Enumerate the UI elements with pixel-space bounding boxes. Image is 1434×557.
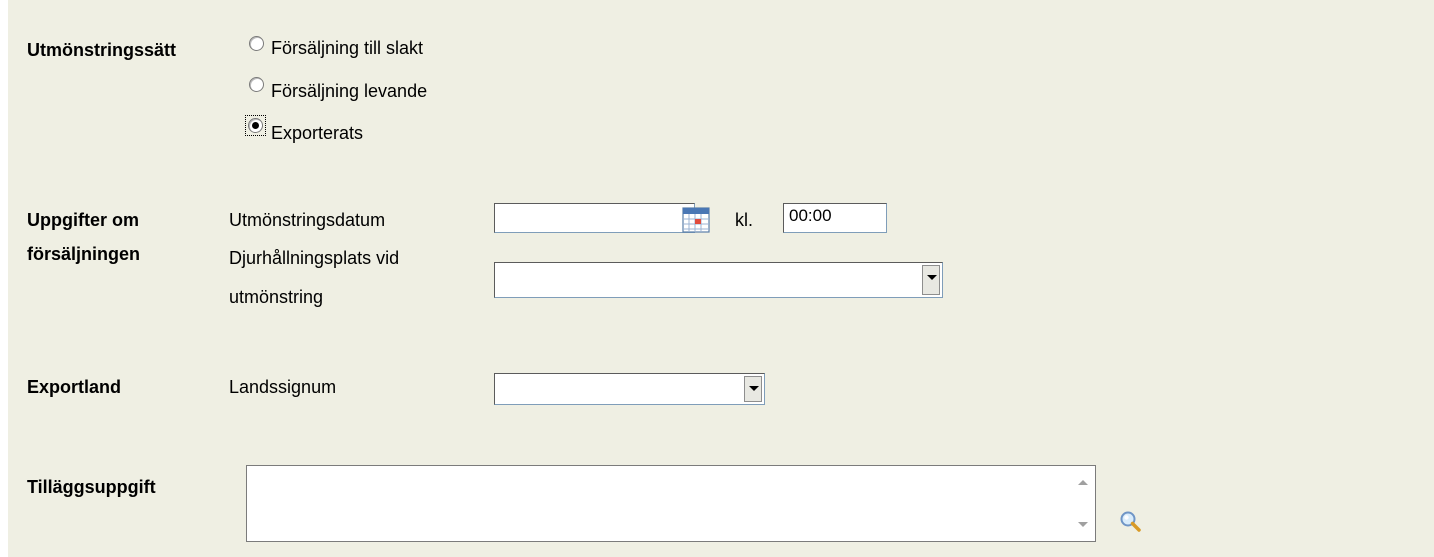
country-label: Landssignum <box>229 377 337 397</box>
radio-live-sale-label[interactable]: Försäljning levande <box>271 77 427 105</box>
calendar-icon[interactable] <box>682 207 710 233</box>
country-select-value <box>495 376 500 395</box>
scroll-up-icon[interactable] <box>1078 480 1088 485</box>
additional-textarea[interactable] <box>246 465 1096 542</box>
time-prefix: kl. <box>735 210 753 230</box>
time-input[interactable]: 00:00 <box>783 203 887 233</box>
radio-slaughter[interactable] <box>249 36 264 51</box>
sale-label-line1: Uppgifter om <box>27 210 139 230</box>
export-label: Exportland <box>27 377 122 397</box>
additional-label: Tilläggsuppgift <box>27 477 156 497</box>
chevron-down-icon[interactable] <box>922 265 940 295</box>
scroll-down-icon[interactable] <box>1078 522 1088 527</box>
chevron-down-icon[interactable] <box>744 376 762 402</box>
search-icon[interactable] <box>1119 510 1143 534</box>
holding-label-line2: utmönstring <box>229 287 324 307</box>
radio-exported[interactable] <box>248 118 263 133</box>
form-panel: Utmönstringssätt Försäljning till slakt … <box>8 0 1434 557</box>
date-input[interactable] <box>494 203 695 233</box>
holding-label-line1: Djurhållningsplats vid <box>229 248 400 268</box>
holding-select-value <box>495 265 500 284</box>
country-select[interactable] <box>494 373 765 405</box>
sale-label-line2: försäljningen <box>27 244 141 264</box>
radio-slaughter-label[interactable]: Försäljning till slakt <box>271 34 423 62</box>
date-label: Utmönstringsdatum <box>229 210 386 230</box>
method-label: Utmönstringssätt <box>27 40 177 60</box>
holding-select[interactable] <box>494 262 943 298</box>
textarea-scrollbar[interactable] <box>1072 467 1094 540</box>
radio-live-sale[interactable] <box>249 77 264 92</box>
radio-exported-label[interactable]: Exporterats <box>271 119 363 147</box>
